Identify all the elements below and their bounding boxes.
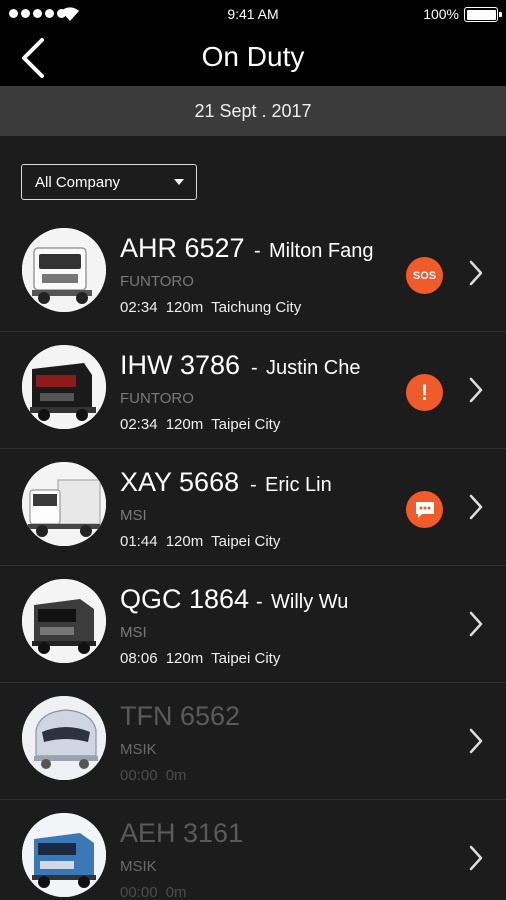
vehicle-row[interactable]: AEH 3161 MSIK 00:00 0m: [0, 800, 506, 900]
trip-location: Taipei City: [211, 416, 281, 433]
plate-number: TFN 6562: [120, 701, 241, 731]
status-bar: 9:41 AM 100%: [0, 0, 506, 30]
separator: -: [250, 474, 257, 496]
trip-time: 00:00: [120, 884, 158, 900]
trip-location: Taipei City: [211, 533, 281, 550]
driver-name: Willy Wu: [271, 591, 349, 613]
vehicle-list: AHR 6527 - Milton Fang FUNTORO 02:34 120…: [0, 215, 506, 900]
trip-info: 00:00 0m: [120, 767, 191, 784]
trip-info: 02:34 120m Taichung City: [120, 299, 305, 316]
vehicle-row[interactable]: XAY 5668 - Eric Lin MSI 01:44 120m Taipe…: [0, 449, 506, 566]
chevron-right-icon[interactable]: [467, 375, 485, 405]
separator: -: [254, 240, 261, 262]
truck-avatar: [22, 228, 106, 312]
truck-avatar: [22, 696, 106, 780]
company-filter-value: All Company: [35, 174, 121, 191]
message-icon[interactable]: [406, 491, 443, 528]
company-name: FUNTORO: [120, 390, 194, 407]
trip-info: 01:44 120m Taipei City: [120, 533, 284, 550]
chevron-right-icon[interactable]: [467, 258, 485, 288]
chevron-right-icon[interactable]: [467, 609, 485, 639]
page-title: On Duty: [201, 41, 305, 72]
company-name: FUNTORO: [120, 273, 194, 290]
truck-avatar: [22, 579, 106, 663]
separator: -: [256, 591, 263, 613]
sos-icon[interactable]: SOS: [406, 257, 443, 294]
truck-avatar: [22, 813, 106, 897]
nav-bar: On Duty: [0, 30, 506, 86]
driver-name: Milton Fang: [269, 240, 374, 262]
trip-distance: 0m: [165, 884, 187, 900]
company-name: MSI: [120, 624, 147, 641]
alert-icon[interactable]: !: [406, 374, 443, 411]
trip-distance: 120m: [165, 416, 204, 433]
company-name: MSI: [120, 507, 147, 524]
trip-time: 01:44: [120, 533, 158, 550]
vehicle-row[interactable]: TFN 6562 MSIK 00:00 0m: [0, 683, 506, 800]
trip-info: 08:06 120m Taipei City: [120, 650, 284, 667]
trip-distance: 120m: [165, 299, 204, 316]
battery-icon: [464, 7, 502, 22]
trip-time: 00:00: [120, 767, 158, 784]
vehicle-row[interactable]: IHW 3786 - Justin Che FUNTORO 02:34 120m…: [0, 332, 506, 449]
driver-name: Justin Che: [266, 357, 361, 379]
trip-info: 02:34 120m Taipei City: [120, 416, 284, 433]
chevron-right-icon[interactable]: [467, 843, 485, 873]
date-bar: 21 Sept . 2017: [0, 86, 506, 136]
trip-time: 02:34: [120, 416, 158, 433]
trip-distance: 0m: [165, 767, 187, 784]
company-name: MSIK: [120, 741, 157, 758]
plate-number: XAY 5668: [120, 467, 240, 497]
company-filter-dropdown[interactable]: All Company: [21, 164, 197, 200]
caret-down-icon: [174, 179, 184, 185]
trip-location: Taichung City: [211, 299, 302, 316]
driver-name: Eric Lin: [265, 474, 332, 496]
plate-number: IHW 3786: [120, 350, 241, 380]
trip-distance: 120m: [165, 533, 204, 550]
truck-avatar: [22, 462, 106, 546]
trip-time: 08:06: [120, 650, 158, 667]
chevron-right-icon[interactable]: [467, 492, 485, 522]
trip-location: Taipei City: [211, 650, 281, 667]
battery-percentage: 100%: [423, 6, 459, 22]
trip-info: 00:00 0m: [120, 884, 191, 900]
plate-number: AHR 6527: [120, 233, 245, 263]
company-name: MSIK: [120, 858, 157, 875]
plate-number: AEH 3161: [120, 818, 244, 848]
trip-distance: 120m: [165, 650, 204, 667]
truck-avatar: [22, 345, 106, 429]
vehicle-row[interactable]: QGC 1864 - Willy Wu MSI 08:06 120m Taipe…: [0, 566, 506, 683]
chevron-right-icon[interactable]: [467, 726, 485, 756]
separator: -: [251, 357, 258, 379]
trip-time: 02:34: [120, 299, 158, 316]
vehicle-row[interactable]: AHR 6527 - Milton Fang FUNTORO 02:34 120…: [0, 215, 506, 332]
plate-number: QGC 1864: [120, 584, 250, 614]
date-label: 21 Sept . 2017: [194, 101, 312, 121]
